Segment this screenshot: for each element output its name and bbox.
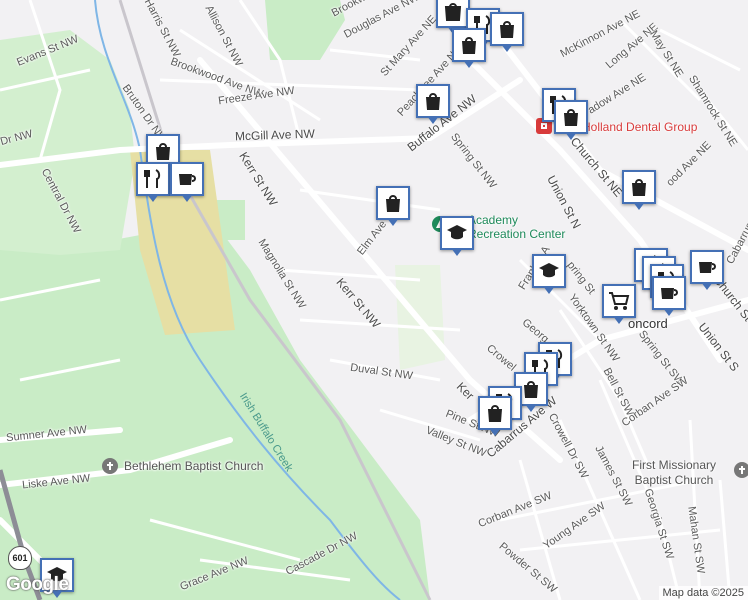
first-missionary-line1: First Missionary xyxy=(632,458,717,472)
graduation-cap-icon xyxy=(447,225,467,240)
map-canvas[interactable]: Douglas Ave NW Brookwo Harris St NW Alli… xyxy=(0,0,748,600)
pin-school-academy[interactable] xyxy=(440,216,474,256)
shopping-bag-icon xyxy=(500,21,514,38)
shopping-bag-icon xyxy=(524,381,538,398)
bethlehem-baptist-church-label[interactable]: Bethlehem Baptist Church xyxy=(124,459,263,473)
google-logo[interactable]: Google xyxy=(6,574,69,596)
restaurant-icon xyxy=(144,169,161,188)
shopping-bag-icon xyxy=(632,179,646,196)
shopping-bag-icon xyxy=(462,37,476,54)
coffee-cup-icon xyxy=(179,174,196,185)
coffee-cup-icon xyxy=(699,262,716,273)
shopping-bag-icon xyxy=(386,195,400,212)
church-icon-2[interactable] xyxy=(734,462,748,478)
coffee-cup-icon xyxy=(661,288,678,299)
pin-shopping-top-2[interactable] xyxy=(490,12,524,52)
pin-shopping-ne[interactable] xyxy=(622,170,656,210)
academy-label-line2: Recreation Center xyxy=(468,227,566,241)
academy-label-line1: Academy xyxy=(468,213,519,227)
shopping-cart-icon xyxy=(609,292,630,310)
map-attribution[interactable]: Map data ©2025 xyxy=(658,586,748,600)
shopping-bag-icon xyxy=(156,143,170,160)
shopping-bag-icon xyxy=(426,93,440,110)
first-missionary-line2: Baptist Church xyxy=(634,473,714,487)
highway-shield: 601 xyxy=(8,546,32,570)
shopping-bag-icon xyxy=(564,109,578,126)
academy-recreation-center-label[interactable]: Academy Recreation Center xyxy=(468,213,565,241)
pin-coffee-cluster-2[interactable] xyxy=(652,276,686,316)
graduation-cap-icon xyxy=(539,263,559,278)
pin-shopping-dental[interactable] xyxy=(554,100,588,140)
pin-shopping-top-3[interactable] xyxy=(452,28,486,68)
pin-grocery[interactable] xyxy=(602,284,636,324)
pin-shopping-peachtree[interactable] xyxy=(416,84,450,124)
holland-dental-group-label[interactable]: Holland Dental Group xyxy=(582,120,697,134)
pin-school-franklin[interactable] xyxy=(532,254,566,294)
pin-shopping-top-1[interactable] xyxy=(436,0,470,34)
shopping-bag-icon xyxy=(488,405,502,422)
pin-restaurant-mcgill[interactable] xyxy=(136,162,170,202)
pin-shopping-elm[interactable] xyxy=(376,186,410,226)
pin-coffee-mcgill[interactable] xyxy=(170,162,204,202)
first-missionary-baptist-church-label[interactable]: First Missionary Baptist Church xyxy=(632,458,716,488)
shopping-bag-icon xyxy=(444,3,462,21)
pin-coffee-cluster-1[interactable] xyxy=(690,250,724,290)
street-label-mcgill-ave: McGill Ave NW xyxy=(234,126,316,144)
pin-shopping-kerr[interactable] xyxy=(478,396,512,436)
town-label-concord: oncord xyxy=(628,316,668,331)
church-icon[interactable] xyxy=(102,458,118,474)
